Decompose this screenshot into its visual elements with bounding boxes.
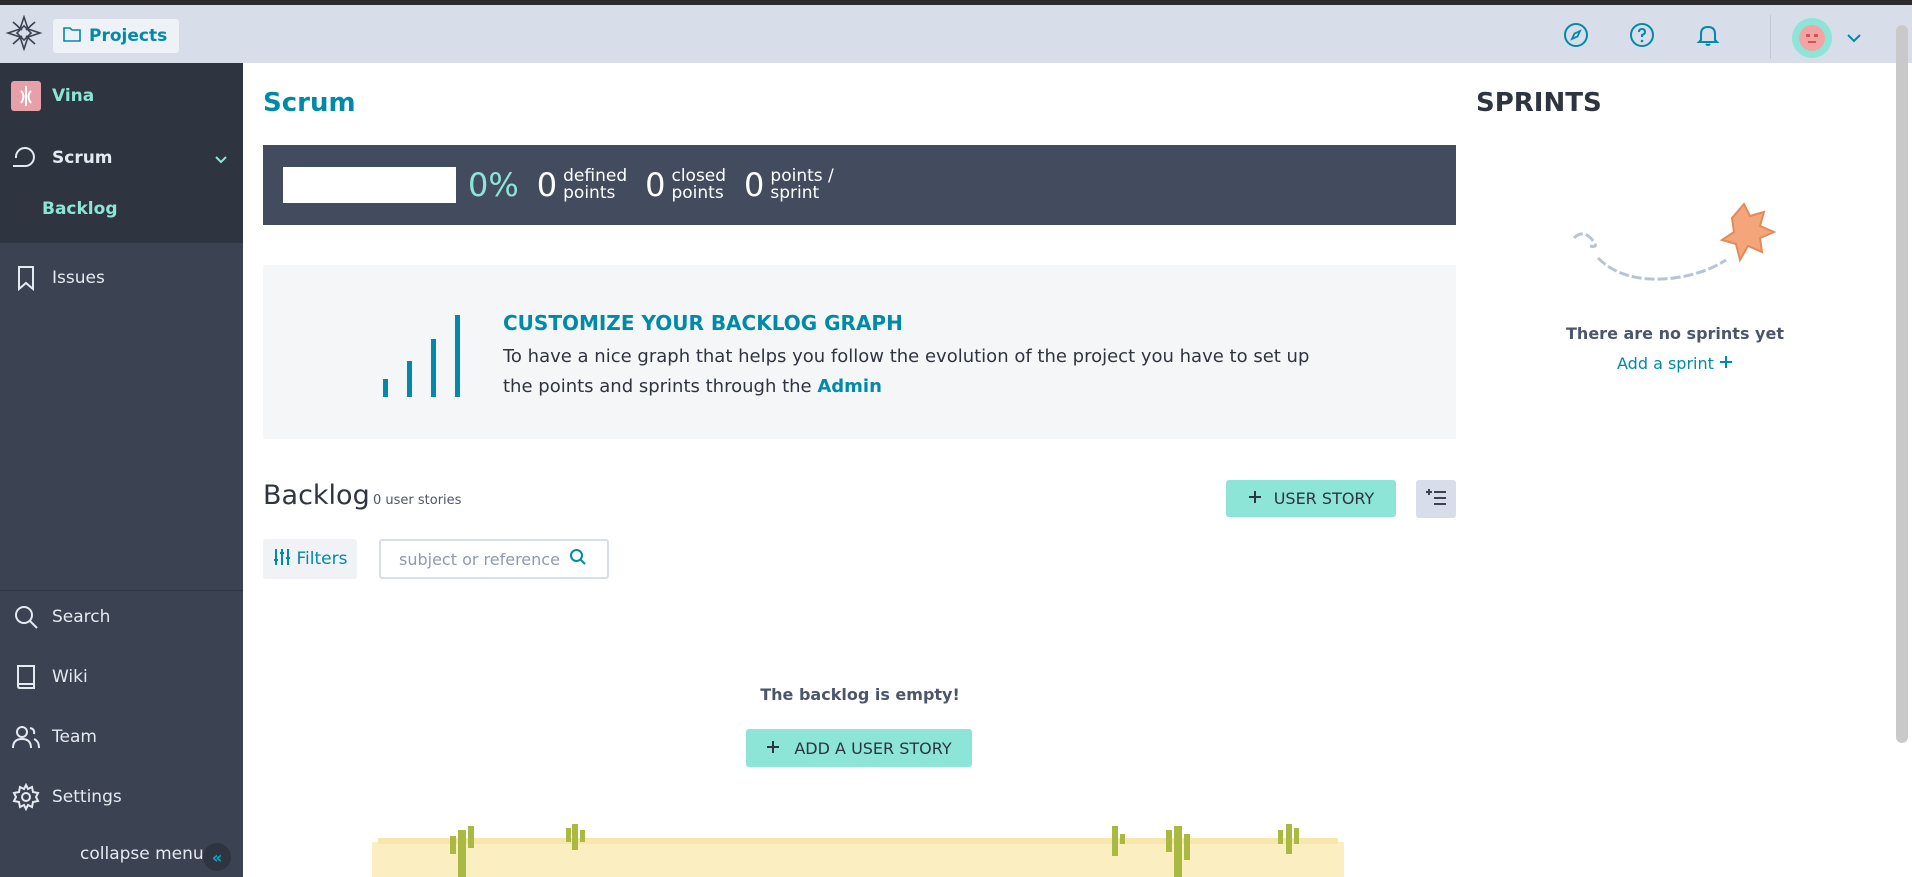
team-icon xyxy=(0,724,52,750)
backlog-title: Backlog xyxy=(263,480,370,511)
logo-icon[interactable] xyxy=(4,13,44,53)
backlog-empty-message: The backlog is empty! xyxy=(760,685,960,704)
add-a-user-story-button[interactable]: ADD A USER STORY xyxy=(746,729,972,767)
stat-value: 0 xyxy=(536,166,558,204)
bell-icon[interactable] xyxy=(1693,20,1723,50)
admin-link[interactable]: Admin xyxy=(817,376,882,397)
stat-label: closed points xyxy=(671,166,727,203)
collapse-menu-label[interactable]: collapse menu xyxy=(80,844,204,864)
project-logo-icon xyxy=(0,81,52,111)
sidebar-item-label: Wiki xyxy=(52,667,88,687)
folder-icon xyxy=(63,26,81,47)
sidebar-item-scrum[interactable]: Scrum xyxy=(0,136,243,180)
plus-icon xyxy=(1248,489,1262,508)
sidebar-item-issues[interactable]: Issues xyxy=(0,256,243,300)
sidebar-item-label: Team xyxy=(52,727,97,747)
graph-promo-text: To have a nice graph that helps you foll… xyxy=(503,346,1310,397)
gear-icon xyxy=(0,783,52,811)
top-bar: Projects xyxy=(0,0,1912,63)
page-title: Scrum xyxy=(263,88,356,118)
sprint-illustration xyxy=(1564,198,1784,298)
sliders-icon xyxy=(273,548,291,571)
double-chevron-left-icon[interactable]: « xyxy=(203,843,231,871)
chevron-down-icon[interactable] xyxy=(1839,23,1869,53)
search-input[interactable] xyxy=(399,549,569,569)
book-icon xyxy=(0,664,52,690)
backlog-count: 0 user stories xyxy=(373,493,462,508)
sidebar-item-label: Search xyxy=(52,607,111,627)
sidebar-item-label: Settings xyxy=(52,787,122,807)
button-label: ADD A USER STORY xyxy=(794,738,952,758)
filters-button[interactable]: Filters xyxy=(263,539,357,579)
search-field[interactable] xyxy=(379,539,609,579)
summary-bar: 0% 0 defined points 0 closed points 0 poin… xyxy=(263,145,1456,225)
scrollbar[interactable] xyxy=(1896,25,1908,743)
sidebar-item-team[interactable]: Team xyxy=(0,715,243,759)
sidebar-item-label: Backlog xyxy=(42,199,118,219)
sidebar-item-settings[interactable]: Settings xyxy=(0,775,243,819)
stat-label: defined points xyxy=(563,166,628,203)
sidebar-item-wiki[interactable]: Wiki xyxy=(0,655,243,699)
bookmark-icon xyxy=(0,265,52,291)
projects-label: Projects xyxy=(89,26,168,46)
add-sprint-link[interactable]: Add a sprint xyxy=(1540,354,1810,373)
sidebar-item-label: Scrum xyxy=(52,148,113,168)
stat-value: 0 xyxy=(744,166,765,204)
sidebar-item-backlog[interactable]: Backlog xyxy=(0,187,243,231)
avatar[interactable] xyxy=(1792,18,1832,58)
add-user-story-button[interactable]: USER STORY xyxy=(1226,480,1396,517)
stat-label: points / sprint xyxy=(770,166,834,203)
sidebar: Vina Scrum Backlog Issues Search Wiki Te… xyxy=(0,63,243,877)
bar-chart-icon xyxy=(381,313,471,397)
chevron-down-icon[interactable] xyxy=(214,150,228,170)
help-icon[interactable] xyxy=(1627,20,1657,50)
divider xyxy=(0,590,243,591)
scrum-icon xyxy=(0,146,52,170)
sidebar-item-label: Issues xyxy=(52,268,105,288)
bulk-add-button[interactable] xyxy=(1416,480,1456,518)
divider xyxy=(1770,15,1771,59)
search-icon[interactable] xyxy=(569,548,587,570)
add-sprint-label: Add a sprint xyxy=(1617,354,1714,373)
graph-promo-title: CUSTOMIZE YOUR BACKLOG GRAPH xyxy=(503,311,903,335)
plus-icon xyxy=(1719,354,1733,373)
sidebar-project-name: Vina xyxy=(52,86,95,106)
stat-value: 0 xyxy=(645,166,666,204)
stat-closed-points: 0 closed points xyxy=(645,166,726,204)
filters-label: Filters xyxy=(296,549,348,569)
button-label: USER STORY xyxy=(1273,489,1375,508)
projects-button[interactable]: Projects xyxy=(53,19,180,53)
stat-defined-points: 0 defined points xyxy=(537,166,627,204)
progress-bar xyxy=(283,167,456,203)
sidebar-item-search[interactable]: Search xyxy=(0,595,243,639)
no-sprints-message: There are no sprints yet xyxy=(1566,324,1784,343)
desert-illustration xyxy=(372,820,1344,877)
sprints-title: SPRINTS xyxy=(1476,88,1602,118)
sidebar-item-project[interactable]: Vina xyxy=(0,74,243,118)
search-icon xyxy=(0,604,52,630)
progress-percent: 0% xyxy=(468,166,519,204)
compass-icon[interactable] xyxy=(1561,20,1591,50)
bulk-list-icon xyxy=(1425,488,1447,510)
stat-points-per-sprint: 0 points / sprint xyxy=(744,166,834,204)
backlog-graph-promo: CUSTOMIZE YOUR BACKLOG GRAPH To have a n… xyxy=(263,265,1456,439)
plus-icon xyxy=(766,739,780,758)
